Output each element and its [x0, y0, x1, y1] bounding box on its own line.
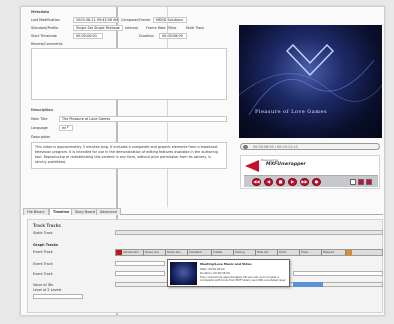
transport-controls: ◀◀ ◀ ■ ▶ ▶▶ ●	[244, 175, 378, 187]
main-title-field[interactable]: The Pleasure of Love Games	[59, 116, 227, 122]
last-modification-field[interactable]: 2003-08-21 09:43:56 AM	[73, 17, 119, 23]
tab-timeline[interactable]: Timeline	[49, 208, 74, 215]
track-lane[interactable]	[115, 230, 383, 235]
rewind-button[interactable]: ◀◀	[252, 178, 261, 186]
comments-label: Review/Comments	[31, 42, 63, 46]
video-preview[interactable]: Pleasure of Love Games	[239, 25, 382, 138]
main-title-label: Main Title	[31, 117, 48, 121]
track-lane[interactable]	[115, 261, 165, 266]
standard-field[interactable]: Single Set Single Package	[73, 25, 123, 31]
timeline-clip[interactable]: Scene two	[166, 250, 188, 255]
language-select[interactable]: en	[59, 125, 73, 131]
option-toggle[interactable]	[366, 179, 372, 185]
timeline-clip[interactable]: Titles	[300, 250, 322, 255]
tooltip-title: Meeting/Love Music and Video	[200, 262, 252, 266]
option-toggle[interactable]	[350, 179, 356, 185]
frame-rate-value: 25fps	[167, 26, 177, 30]
timeline-clip[interactable]: Outro	[278, 250, 300, 255]
track-label: Event Track	[33, 250, 53, 254]
chevron-down-icon: ▾	[67, 125, 69, 129]
track-label: Static Track	[33, 231, 53, 235]
player-brand-panel: Powered by MXFUnwrapper ◀◀ ◀ ■ ▶ ▶▶ ●	[240, 155, 380, 189]
start-timecode-label: Start Timecode	[31, 34, 57, 38]
track-label: Event Track	[33, 262, 53, 266]
brand-name: MXFUnwrapper	[266, 162, 306, 167]
track-lane[interactable]	[33, 294, 83, 299]
video-art	[239, 43, 382, 116]
track-label: Graph Tracks	[33, 243, 58, 247]
tab-story-board[interactable]: Story Board	[71, 208, 99, 215]
seek-timecode: 00:00:56:09 / 00:03:12:15	[253, 145, 298, 149]
play-button[interactable]: ▶	[288, 178, 297, 186]
wave-line	[239, 73, 382, 102]
track-lane[interactable]	[115, 271, 165, 276]
tab-bar: File Binary Timeline Story Board Advance…	[23, 207, 383, 215]
timeline-clip[interactable]: Pleasure	[322, 250, 346, 255]
timeline-heading: Track Tracks	[33, 223, 61, 228]
timeline-clip[interactable]: Closing	[234, 250, 256, 255]
language-label: Language	[31, 126, 48, 130]
profile-internal: Internal	[125, 26, 139, 30]
timeline-clip[interactable]: Fade out	[256, 250, 278, 255]
fast-forward-button[interactable]: ▶▶	[300, 178, 309, 186]
brand-logo-icon	[245, 160, 259, 172]
timeline-clip[interactable]: Animation	[188, 250, 212, 255]
description-label: Description	[31, 135, 51, 139]
track-label: Level of 2 Levels	[33, 288, 62, 292]
tab-file-binary[interactable]: File Binary	[23, 208, 49, 215]
application-window: Metadata Last Modification 2003-08-21 09…	[20, 6, 385, 316]
timeline-clip[interactable]: Introduction	[122, 250, 144, 255]
multi-track-label: Multi Track	[186, 26, 205, 30]
frame-rate-label: Frame Rate	[146, 26, 166, 30]
logo-shape	[286, 43, 334, 77]
description-textarea[interactable]: This video is approximately 3 minutes lo…	[31, 142, 227, 169]
timeline-track[interactable]: Introduction Scene one Scene two Animati…	[115, 249, 383, 256]
last-modification-label: Last Modification	[31, 18, 60, 22]
stop-button[interactable]: ■	[276, 178, 285, 186]
track-lane[interactable]	[293, 271, 383, 276]
option-toggle[interactable]	[358, 179, 364, 185]
timeline-clip[interactable]: Scene one	[144, 250, 166, 255]
selection-highlight[interactable]	[293, 282, 323, 287]
wave-line	[248, 59, 375, 116]
metadata-heading: Metadata	[31, 10, 50, 14]
timeline-marker[interactable]	[346, 250, 352, 255]
comments-textarea[interactable]	[31, 48, 227, 100]
standard-label: Standard/Profile	[31, 26, 59, 30]
play-icon[interactable]	[243, 145, 248, 149]
tab-advanced[interactable]: Advanced	[96, 208, 121, 215]
step-back-button[interactable]: ◀	[264, 178, 273, 186]
tooltip-description: This content has approximately 56 second…	[200, 275, 286, 283]
track-label: Event Track	[33, 272, 53, 276]
track-label: Value of IDs	[33, 283, 54, 287]
composer-field[interactable]: MDSD Solutions	[153, 17, 187, 23]
seek-bar[interactable]: 00:00:56:09 / 00:03:12:15	[240, 143, 380, 150]
record-button[interactable]: ●	[312, 178, 321, 186]
start-timecode-field[interactable]: 00:00:00:00	[73, 33, 103, 39]
clip-tooltip: Meeting/Love Music and Video Start: 00:0…	[167, 259, 290, 287]
timeline-clip[interactable]: Credits	[212, 250, 234, 255]
description-heading: Description	[31, 108, 53, 112]
duration-field[interactable]: 00:00:56:09	[159, 33, 187, 39]
clip-thumbnail	[170, 262, 197, 285]
duration-label: Duration	[139, 34, 154, 38]
video-overlay-title: Pleasure of Love Games	[255, 109, 328, 115]
composer-label: Composer/Owner	[121, 18, 151, 22]
